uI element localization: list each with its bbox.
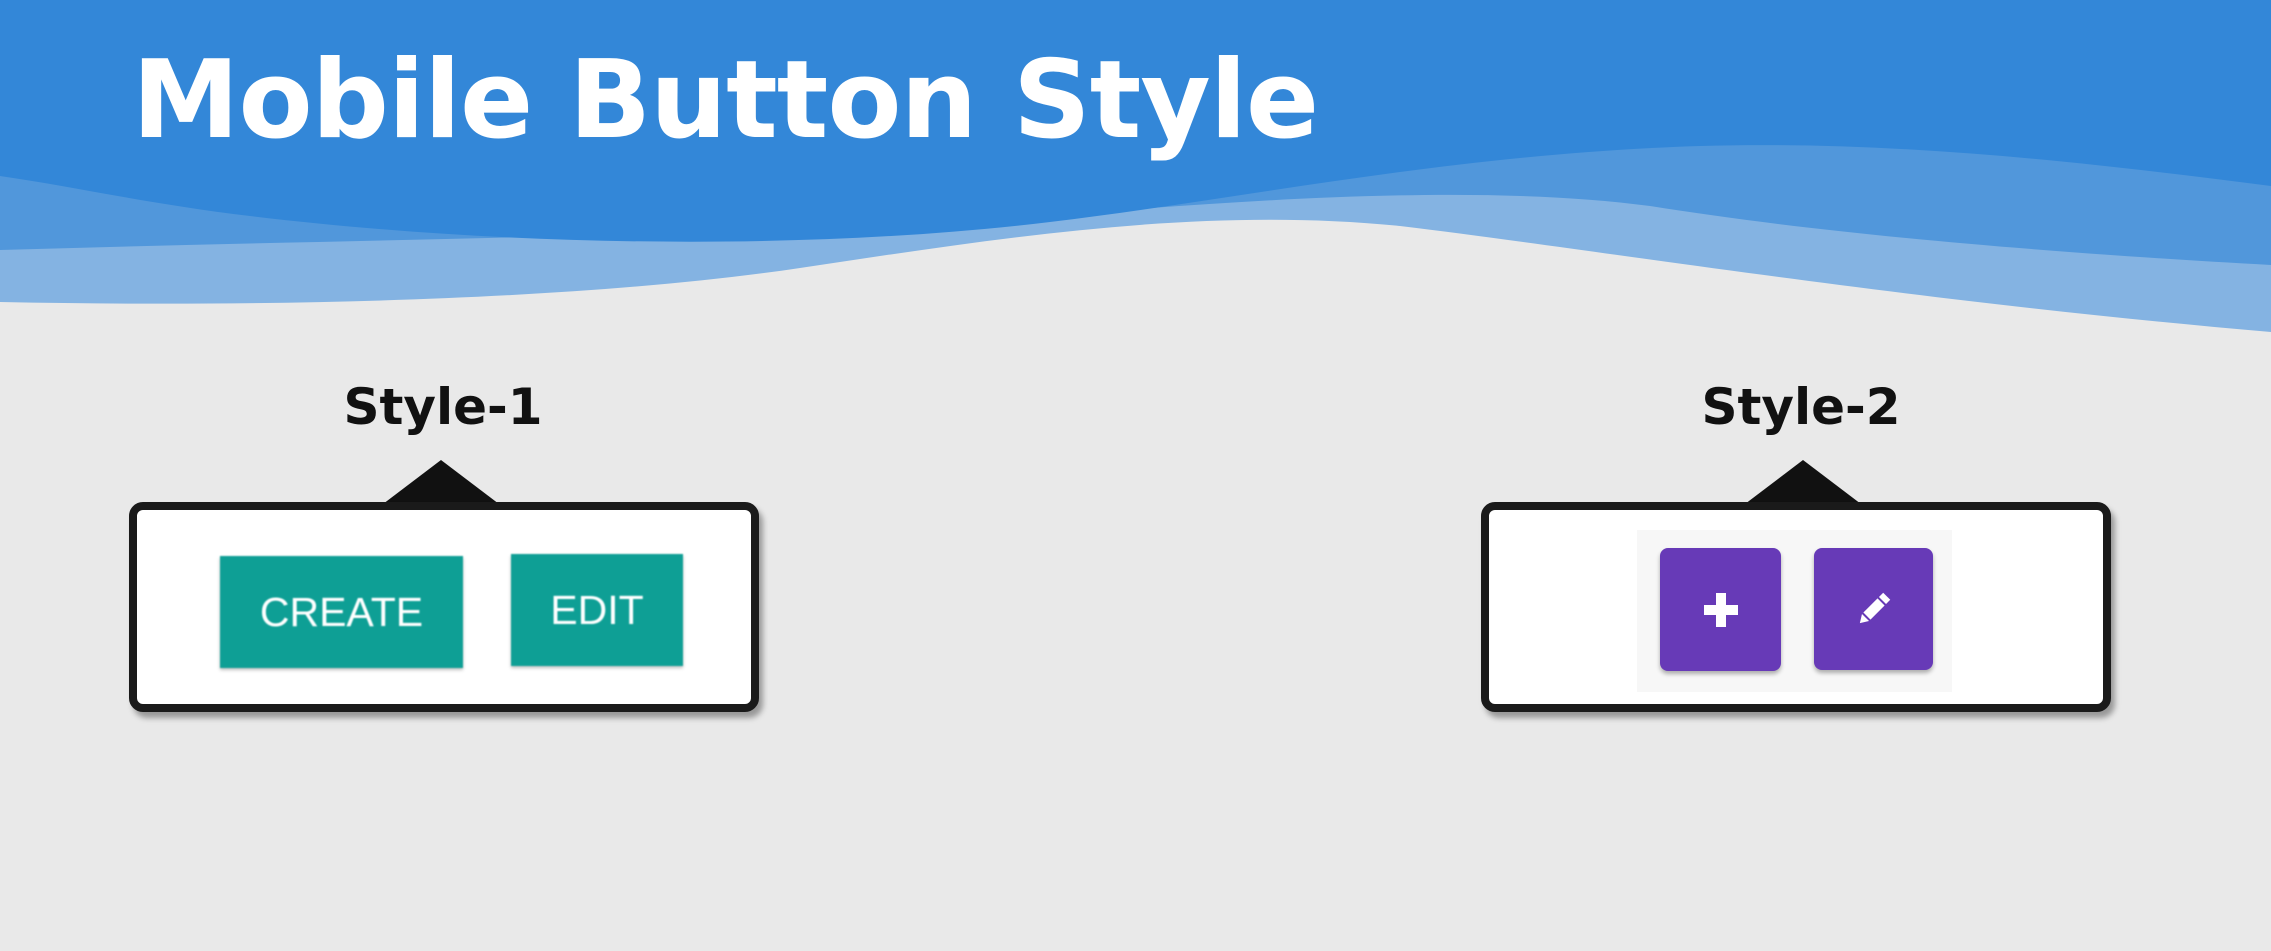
add-button[interactable]: [1660, 548, 1781, 671]
edit-button[interactable]: EDIT: [511, 554, 683, 666]
pencil-icon: [1859, 592, 1890, 624]
style-2-card: [1481, 502, 2111, 712]
edit-icon-button[interactable]: [1814, 548, 1933, 670]
callout-pointer: [1745, 460, 1861, 504]
style-1-callout: CREATE EDIT: [129, 460, 769, 724]
page-title: Mobile Button Style: [132, 38, 1319, 163]
style-1-label: Style-1: [343, 378, 543, 436]
style-2-callout: [1481, 460, 2121, 724]
style-2-label: Style-2: [1701, 378, 1901, 436]
create-button[interactable]: CREATE: [220, 556, 463, 668]
plus-icon: [1703, 592, 1738, 627]
header-banner: Mobile Button Style: [0, 0, 2271, 340]
style-1-card: CREATE EDIT: [129, 502, 759, 712]
callout-pointer: [383, 460, 499, 504]
